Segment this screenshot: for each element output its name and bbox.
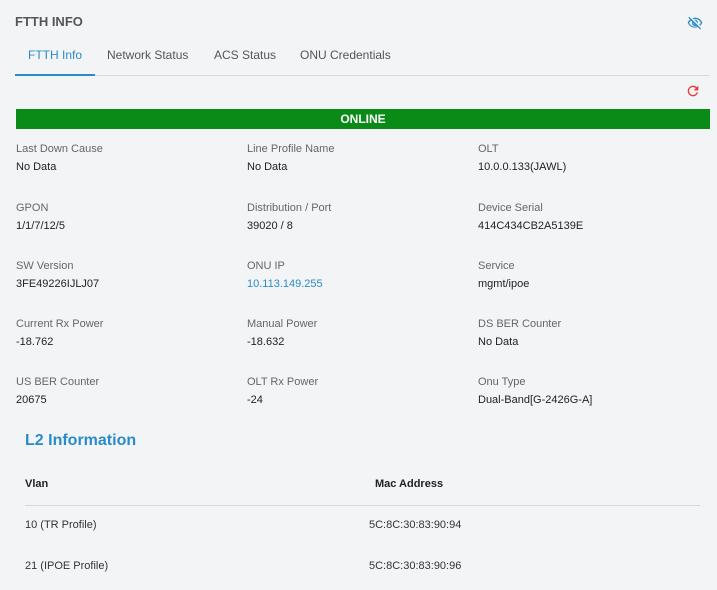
field-label: OLT [478,143,499,155]
vlan-cell: 10 (TR Profile) [25,519,97,531]
field-value: 3FE49226IJLJ07 [16,278,100,290]
column-header-vlan: Vlan [25,478,49,490]
onu-ip-link[interactable]: 10.113.149.255 [247,278,477,291]
field-label: Line Profile Name [247,143,335,155]
field-value: 414C434CB2A5139E [478,220,584,232]
tab-ftth-info[interactable]: FTTH Info [15,44,95,76]
field-value: -24 [247,394,263,406]
tab-bar: FTTH Info Network Status ACS Status ONU … [15,44,710,76]
l2-section-title: L2 Information [25,432,137,449]
field-label: Service [478,260,515,272]
field-line-profile-name: Line Profile Name No Data [247,143,477,174]
field-olt: OLT 10.0.0.133(JAWL) [478,143,708,174]
vlan-cell: 21 (IPOE Profile) [25,560,109,572]
field-value: 1/1/7/12/5 [16,220,65,232]
field-value: -18.632 [247,336,285,348]
field-label: Distribution / Port [247,202,332,214]
field-label: Onu Type [478,376,526,388]
field-distribution-port: Distribution / Port 39020 / 8 [247,202,477,233]
field-value: mgmt/ipoe [478,278,530,290]
mac-cell: 5C:8C:30:83:90:96 [369,560,462,572]
field-onu-type: Onu Type Dual-Band[G-2426G-A] [478,376,708,407]
field-value: Dual-Band[G-2426G-A] [478,394,593,406]
field-service: Service mgmt/ipoe [478,260,708,291]
field-value: 10.0.0.133(JAWL) [478,161,567,173]
field-label: GPON [16,202,49,214]
field-sw-version: SW Version 3FE49226IJLJ07 [16,260,246,291]
field-onu-ip: ONU IP 10.113.149.255 [247,260,477,291]
field-value: 39020 / 8 [247,220,293,232]
field-value: No Data [16,161,57,173]
refresh-icon[interactable] [685,83,701,99]
field-label: US BER Counter [16,376,100,388]
column-header-mac-address: Mac Address [375,478,444,490]
field-label: ONU IP [247,260,285,272]
tab-onu-credentials[interactable]: ONU Credentials [300,44,391,75]
field-device-serial: Device Serial 414C434CB2A5139E [478,202,708,233]
field-value: 20675 [16,394,47,406]
field-olt-rx-power: OLT Rx Power -24 [247,376,477,407]
panel-header: FTTH INFO [15,14,703,34]
field-label: Manual Power [247,318,318,330]
tab-network-status[interactable]: Network Status [107,44,188,75]
field-gpon: GPON 1/1/7/12/5 [16,202,246,233]
panel-title: FTTH INFO [15,14,83,29]
field-label: Device Serial [478,202,543,214]
field-ds-ber-counter: DS BER Counter No Data [478,318,708,349]
field-label: Last Down Cause [16,143,103,155]
mac-cell: 5C:8C:30:83:90:94 [369,519,462,531]
field-label: Current Rx Power [16,318,104,330]
field-current-rx-power: Current Rx Power -18.762 [16,318,246,349]
field-label: OLT Rx Power [247,376,319,388]
tab-acs-status[interactable]: ACS Status [214,44,276,75]
eye-off-icon[interactable] [687,15,703,31]
status-badge: ONLINE [16,109,710,129]
field-manual-power: Manual Power -18.632 [247,318,477,349]
header-divider [25,505,700,506]
field-value: -18.762 [16,336,54,348]
field-label: SW Version [16,260,74,272]
field-value: No Data [247,161,288,173]
field-value: No Data [478,336,519,348]
field-us-ber-counter: US BER Counter 20675 [16,376,246,407]
field-last-down-cause: Last Down Cause No Data [16,143,246,174]
field-label: DS BER Counter [478,318,562,330]
